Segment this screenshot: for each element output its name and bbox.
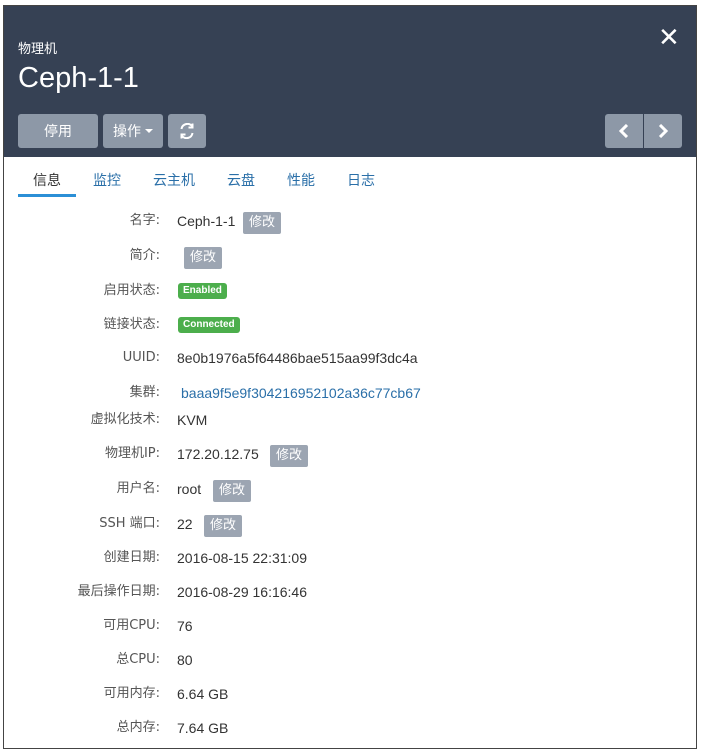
field-label: 可用内存: [103,686,160,701]
field-value: 8e0b1976a5f64486bae515aa99f3dc4a [177,350,418,366]
field-value: Ceph-1-1 [177,213,236,229]
field-label: 链接状态: [103,317,160,332]
tab-logs[interactable]: 日志 [347,170,375,190]
panel-subtitle: 物理机 [18,42,58,57]
field-label: UUID: [122,350,160,365]
field-row-total-memory: 总内存: 7.64 GB [4,718,696,742]
chevron-right-icon [658,124,669,138]
operations-dropdown-button[interactable]: 操作 [103,114,163,148]
tab-volumes[interactable]: 云盘 [227,170,255,190]
tab-performance[interactable]: 性能 [287,170,315,190]
field-label: 简介: [129,248,160,263]
field-label: 虚拟化技术: [90,412,160,427]
cluster-link[interactable]: baaa9f5e9f304216952102a36c77cb67 [181,383,421,403]
caret-down-icon [145,129,153,133]
panel-header: 物理机 Ceph-1-1 ✕ 停用 操作 [4,6,696,157]
field-row-total-cpu: 总CPU: 80 [4,650,696,674]
field-row-cluster: 集群: baaa9f5e9f304216952102a36c77cb67 [4,383,696,407]
field-label: 最后操作日期: [77,584,160,599]
edit-name-button[interactable]: 修改 [243,212,282,234]
field-value: KVM [177,412,208,428]
tab-bar: 信息 监控 云主机 云盘 性能 日志 [4,157,696,198]
field-value: 2016-08-15 22:31:09 [177,550,307,566]
tab-monitor[interactable]: 监控 [93,170,121,190]
tab-info[interactable]: 信息 [33,170,61,190]
host-detail-panel: 物理机 Ceph-1-1 ✕ 停用 操作 信息 监控 云主机 云盘 性能 日志 … [3,5,697,749]
field-row-hypervisor: 虚拟化技术: KVM [4,410,696,434]
page-title: Ceph-1-1 [18,62,139,94]
field-label: 启用状态: [103,283,160,298]
field-row-available-memory: 可用内存: 6.64 GB [4,684,696,708]
field-row-username: 用户名: root 修改 [4,479,696,503]
disable-button-label: 停用 [44,124,72,140]
field-row-connection-state: 链接状态: Connected [4,315,696,339]
field-row-ssh-port: SSH 端口: 22 修改 [4,514,696,538]
previous-button[interactable] [605,114,643,148]
field-label: 集群: [129,385,160,400]
field-label: SSH 端口: [99,516,160,531]
field-label: 名字: [129,213,160,228]
edit-host-ip-button[interactable]: 修改 [270,445,309,467]
tab-vm-instances[interactable]: 云主机 [153,170,195,190]
edit-description-button[interactable]: 修改 [184,247,223,269]
field-row-created: 创建日期: 2016-08-15 22:31:09 [4,548,696,572]
field-row-description: 简介: 修改 [4,246,696,270]
refresh-button[interactable] [168,114,206,148]
field-value: root [177,481,202,497]
field-value: 2016-08-29 16:16:46 [177,584,307,600]
field-value: 7.64 GB [177,720,229,736]
field-value: 80 [177,652,193,668]
disable-button[interactable]: 停用 [18,114,98,148]
next-button[interactable] [644,114,682,148]
close-icon[interactable]: ✕ [658,25,680,51]
field-row-uuid: UUID: 8e0b1976a5f64486bae515aa99f3dc4a [4,348,696,372]
field-label: 物理机IP: [104,446,160,461]
edit-ssh-port-button[interactable]: 修改 [204,515,243,537]
field-label: 总内存: [116,720,160,735]
field-row-name: 名字: Ceph-1-1 修改 [4,211,696,235]
field-label: 总CPU: [116,652,160,667]
status-badge: Enabled [178,283,227,299]
field-row-available-cpu: 可用CPU: 76 [4,616,696,640]
chevron-left-icon [618,124,629,138]
field-row-last-operation: 最后操作日期: 2016-08-29 16:16:46 [4,582,696,606]
active-tab-indicator [18,194,76,197]
field-label: 可用CPU: [103,618,160,633]
field-row-enable-state: 启用状态: Enabled [4,281,696,305]
field-value: 172.20.12.75 [177,446,259,462]
field-label: 创建日期: [103,550,160,565]
field-value: 76 [177,618,193,634]
field-label: 用户名: [116,481,160,496]
field-value: 6.64 GB [177,686,229,702]
refresh-icon [180,123,194,139]
operations-button-label: 操作 [113,124,141,140]
field-value: 22 [177,516,193,532]
field-row-host-ip: 物理机IP: 172.20.12.75 修改 [4,444,696,468]
status-badge: Connected [178,317,240,333]
edit-username-button[interactable]: 修改 [213,480,252,502]
